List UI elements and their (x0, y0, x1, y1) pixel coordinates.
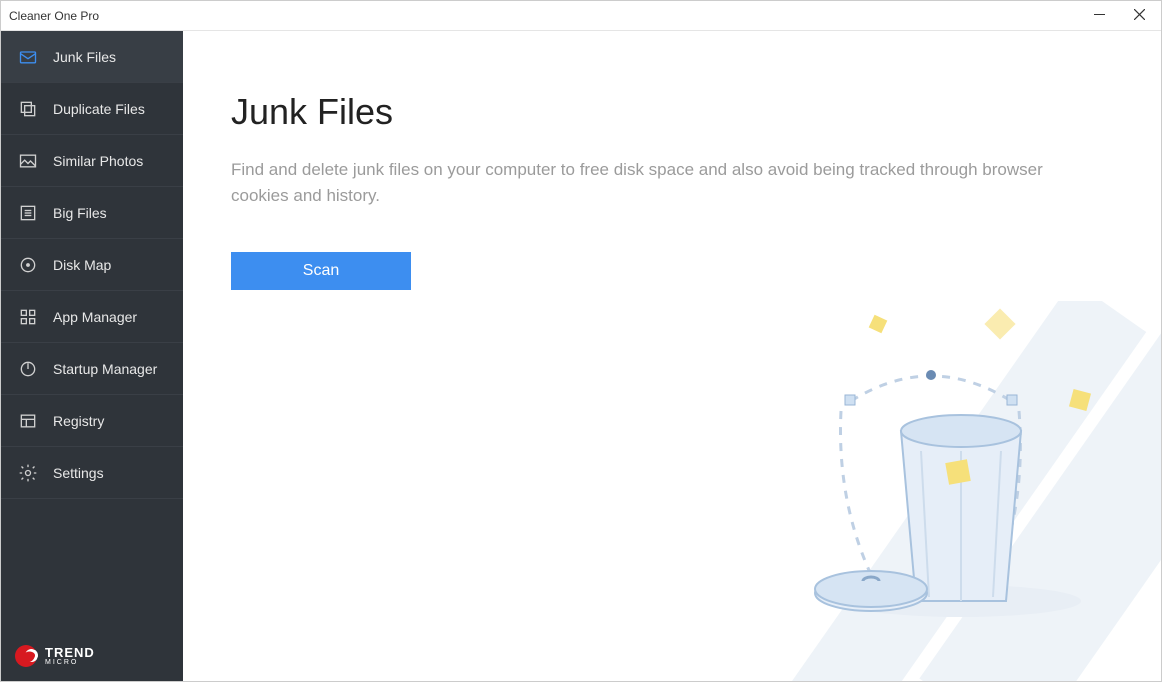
sidebar-item-app-manager[interactable]: App Manager (1, 291, 183, 343)
sidebar-item-label: App Manager (53, 309, 137, 325)
window-controls (1091, 9, 1153, 23)
photo-icon (17, 150, 39, 172)
trash-illustration (611, 301, 1161, 681)
sidebar-item-label: Settings (53, 465, 104, 481)
target-icon (17, 254, 39, 276)
sidebar-item-settings[interactable]: Settings (1, 447, 183, 499)
sidebar-item-startup-manager[interactable]: Startup Manager (1, 343, 183, 395)
gear-icon (17, 462, 39, 484)
sidebar-item-label: Registry (53, 413, 104, 429)
minimize-button[interactable] (1091, 9, 1107, 23)
sidebar: Junk Files Duplicate Files Similar Photo… (1, 31, 183, 681)
power-icon (17, 358, 39, 380)
scan-button[interactable]: Scan (231, 252, 411, 290)
sidebar-item-big-files[interactable]: Big Files (1, 187, 183, 239)
sidebar-item-junk-files[interactable]: Junk Files (1, 31, 183, 83)
brand-name: TREND (45, 645, 95, 660)
registry-icon (17, 410, 39, 432)
page-title: Junk Files (231, 91, 1161, 133)
sidebar-item-registry[interactable]: Registry (1, 395, 183, 447)
sidebar-item-label: Big Files (53, 205, 107, 221)
sidebar-item-similar-photos[interactable]: Similar Photos (1, 135, 183, 187)
sidebar-item-duplicate-files[interactable]: Duplicate Files (1, 83, 183, 135)
sidebar-item-disk-map[interactable]: Disk Map (1, 239, 183, 291)
trend-micro-icon (15, 645, 37, 667)
titlebar: Cleaner One Pro (1, 1, 1161, 31)
sidebar-item-label: Disk Map (53, 257, 111, 273)
page-description: Find and delete junk files on your compu… (231, 157, 1051, 208)
list-icon (17, 202, 39, 224)
grid-icon (17, 306, 39, 328)
brand-logo: TREND MICRO (1, 635, 183, 681)
sidebar-item-label: Startup Manager (53, 361, 157, 377)
duplicate-icon (17, 98, 39, 120)
sidebar-item-label: Similar Photos (53, 153, 143, 169)
brand-sub: MICRO (45, 659, 95, 666)
sidebar-item-label: Junk Files (53, 49, 116, 65)
envelope-icon (17, 46, 39, 68)
sidebar-item-label: Duplicate Files (53, 101, 145, 117)
content-pane: Junk Files Find and delete junk files on… (183, 31, 1161, 681)
window-title: Cleaner One Pro (9, 9, 99, 23)
close-button[interactable] (1131, 9, 1147, 23)
